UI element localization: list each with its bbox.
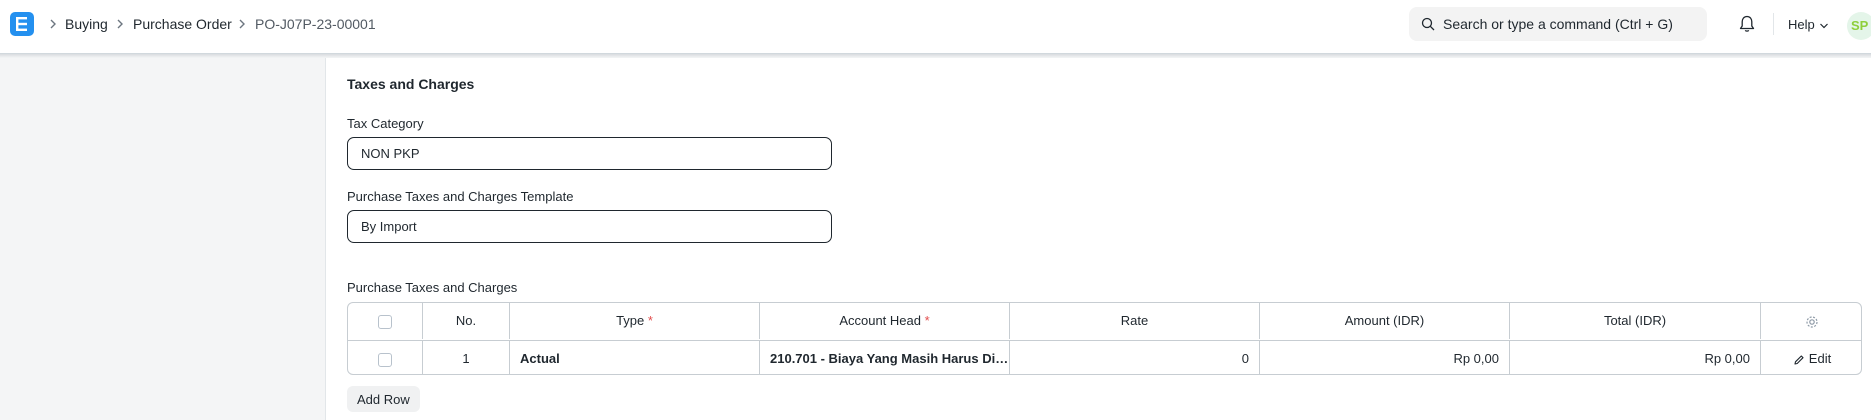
row-amount[interactable]: Rp 0,00 [1260,341,1510,374]
required-star: * [647,313,653,328]
template-label: Purchase Taxes and Charges Template [347,189,574,204]
column-header-account-head-label: Account Head [839,313,921,328]
column-header-no: No. [423,303,510,339]
search-icon [1421,17,1435,36]
column-header-total: Total (IDR) [1510,303,1761,339]
section-title: Taxes and Charges [347,76,475,92]
column-header-rate: Rate [1010,303,1260,339]
avatar[interactable]: SP [1847,12,1871,40]
tax-category-field[interactable] [347,137,832,170]
column-header-type: Type * [510,303,760,339]
bell-icon[interactable] [1739,15,1755,38]
taxes-table: No. Type * Account Head * Rate Amount (I… [347,302,1862,375]
select-all-cell [348,303,423,339]
row-no: 1 [423,341,510,374]
breadcrumb-purchase-order[interactable]: Purchase Order [133,16,232,32]
form-section: Taxes and Charges Tax Category Purchase … [325,58,1871,420]
edit-label: Edit [1808,351,1832,366]
navbar-divider [1773,13,1774,35]
breadcrumb-buying[interactable]: Buying [65,16,108,32]
row-select-cell [348,341,423,374]
breadcrumb-document-id: PO-J07P-23-00001 [255,16,376,32]
navbar: Buying Purchase Order PO-J07P-23-00001 H… [0,0,1871,54]
help-dropdown[interactable]: Help [1788,17,1829,32]
chevron-right-icon [115,17,125,31]
column-header-account-head: Account Head * [760,303,1010,339]
edit-row-button[interactable]: Edit [1793,351,1831,366]
row-rate[interactable]: 0 [1010,341,1260,374]
required-star: * [924,313,930,328]
tax-category-label: Tax Category [347,116,424,131]
search-input[interactable] [1443,7,1703,41]
taxes-template-field[interactable] [347,210,832,243]
app-logo[interactable] [10,12,34,36]
pencil-icon [1794,355,1804,365]
row-account-head[interactable]: 210.701 - Biaya Yang Masih Harus Dib... [760,341,1010,374]
gear-icon[interactable] [1805,313,1819,328]
column-settings-cell [1761,303,1861,339]
column-header-type-label: Type [616,313,645,328]
add-row-button[interactable]: Add Row [347,386,420,412]
row-edit-cell: Edit [1761,341,1861,374]
row-type[interactable]: Actual [510,341,760,374]
table-row[interactable]: 1 Actual 210.701 - Biaya Yang Masih Haru… [348,340,1861,374]
chevron-down-icon [1819,23,1828,28]
table-header-row: No. Type * Account Head * Rate Amount (I… [348,303,1861,339]
column-header-amount: Amount (IDR) [1260,303,1510,339]
search-bar[interactable] [1409,7,1707,41]
row-checkbox[interactable] [378,352,392,367]
chevron-right-icon [48,17,58,31]
taxes-table-label: Purchase Taxes and Charges [347,280,518,295]
row-total[interactable]: Rp 0,00 [1510,341,1761,374]
select-all-checkbox[interactable] [378,314,392,329]
help-label: Help [1788,17,1815,32]
chevron-right-icon [237,17,247,31]
